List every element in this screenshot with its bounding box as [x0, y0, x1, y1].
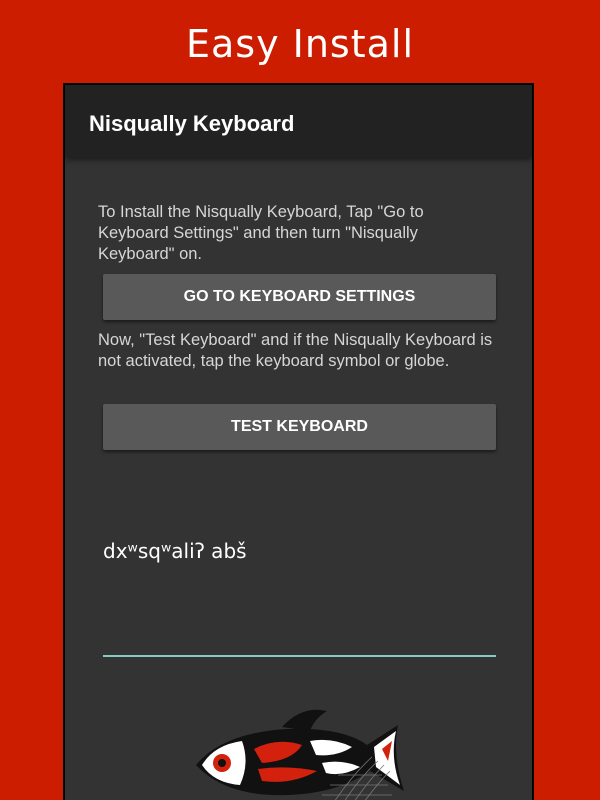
app-screen: Nisqually Keyboard To Install the Nisqua… [65, 85, 532, 800]
go-to-keyboard-settings-button[interactable]: GO TO KEYBOARD SETTINGS [103, 274, 496, 320]
test-instructions: Now, "Test Keyboard" and if the Nisquall… [98, 331, 493, 370]
app-bar: Nisqually Keyboard [65, 85, 532, 157]
phone-frame: Nisqually Keyboard To Install the Nisqua… [63, 83, 534, 800]
banner-title: Easy Install [185, 22, 415, 66]
test-text-value: dxʷsqʷaliʔ abš [103, 539, 247, 563]
test-keyboard-button[interactable]: TEST KEYBOARD [103, 404, 496, 450]
text-field-underline [103, 655, 496, 657]
go-to-keyboard-settings-label: GO TO KEYBOARD SETTINGS [183, 288, 416, 305]
test-text-field[interactable]: dxʷsqʷaliʔ abš [103, 527, 496, 657]
install-instructions: To Install the Nisqually Keyboard, Tap "… [98, 203, 424, 263]
app-title: Nisqually Keyboard [89, 111, 295, 136]
salmon-logo-icon [196, 709, 404, 800]
test-keyboard-label: TEST KEYBOARD [231, 418, 368, 435]
